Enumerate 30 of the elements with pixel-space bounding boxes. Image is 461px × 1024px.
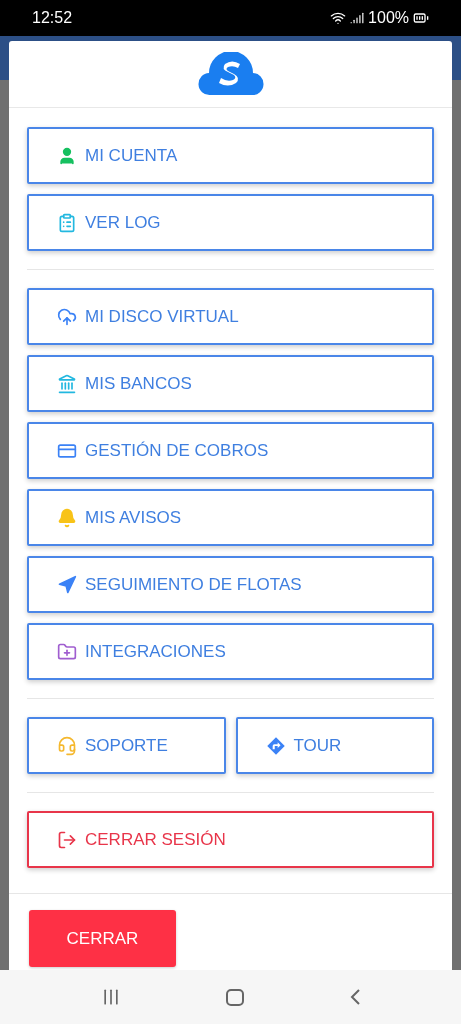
bell-icon: [57, 507, 77, 528]
clock: 12:52: [32, 8, 73, 28]
headset-icon: [57, 735, 77, 756]
battery-level: 100%: [368, 8, 409, 28]
logout-icon: [57, 829, 77, 850]
bank-icon: [57, 373, 77, 394]
menu-button[interactable]: CERRAR SESIÓN: [27, 811, 434, 868]
menu-button[interactable]: GESTIÓN DE COBROS: [27, 422, 434, 479]
direction-sign-icon: [265, 735, 286, 756]
clipboard-icon: [57, 212, 77, 233]
menu-button[interactable]: MIS AVISOS: [27, 489, 434, 546]
home-icon[interactable]: [225, 988, 244, 1006]
navigation-icon: [57, 574, 77, 595]
menu-button[interactable]: VER LOG: [27, 194, 434, 251]
menu-button[interactable]: INTEGRACIONES: [27, 623, 434, 680]
battery-icon: [413, 10, 429, 26]
cloud-upload-icon: [57, 306, 77, 327]
close-button[interactable]: CERRAR: [29, 910, 176, 967]
back-icon[interactable]: [348, 988, 361, 1006]
user-icon: [57, 145, 77, 166]
menu-button[interactable]: SOPORTE: [27, 717, 226, 774]
menu-button[interactable]: TOUR: [235, 717, 434, 774]
menu-button[interactable]: MIS BANCOS: [27, 355, 434, 412]
logo: [197, 52, 264, 96]
menu-button[interactable]: MI CUENTA: [27, 127, 434, 184]
menu-button[interactable]: SEGUIMIENTO DE FLOTAS: [27, 556, 434, 613]
folder-plus-icon: [57, 641, 77, 662]
wifi-icon: [330, 10, 347, 26]
signal-icon: [350, 11, 365, 25]
menu-button[interactable]: MI DISCO VIRTUAL: [27, 288, 434, 345]
